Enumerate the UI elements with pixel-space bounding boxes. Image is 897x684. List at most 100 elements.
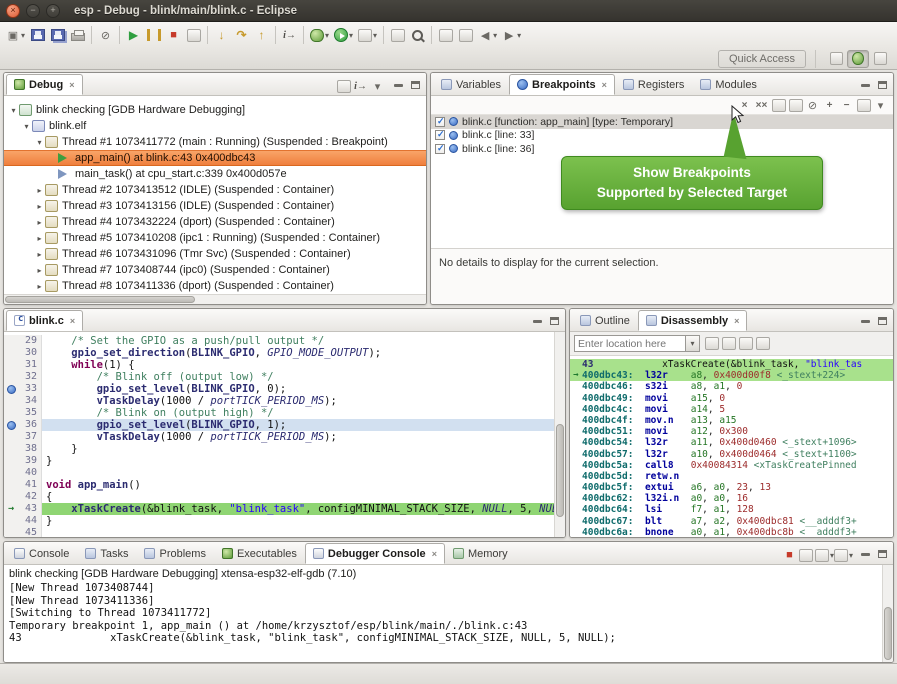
maximize-view-button[interactable] — [874, 546, 891, 562]
line-number[interactable]: 37 — [18, 431, 42, 443]
open-console-button[interactable]: ▾ — [834, 546, 853, 564]
external-tools-button[interactable]: ▾ — [356, 24, 379, 46]
editor-annotation-ruler[interactable] — [4, 479, 18, 491]
close-tab-icon[interactable]: × — [602, 80, 607, 90]
debug-button[interactable]: ▾ — [308, 24, 331, 46]
minimize-view-button[interactable] — [529, 313, 546, 329]
close-tab-icon[interactable]: × — [432, 549, 437, 559]
print-button[interactable] — [68, 24, 87, 46]
console-output[interactable]: blink checking [GDB Hardware Debugging] … — [4, 565, 893, 662]
code-editor[interactable]: 29 /* Set the GPIO as a push/pull output… — [4, 332, 565, 537]
tree-collapsed-arrow[interactable]: ▸ — [34, 250, 45, 259]
tab-disassembly[interactable]: Disassembly× — [638, 310, 748, 331]
editor-annotation-ruler[interactable] — [4, 407, 18, 419]
build-button[interactable] — [388, 24, 407, 46]
line-number[interactable]: 31 — [18, 359, 42, 371]
disassembly-instruction[interactable]: 400dbc62: l32i.n a0, a0, 16 — [570, 493, 893, 504]
disconnect-button[interactable] — [184, 24, 203, 46]
tab-breakpoints[interactable]: Breakpoints× — [509, 74, 615, 95]
refresh-disassembly-button[interactable] — [703, 335, 720, 353]
collapse-all-button[interactable]: − — [838, 96, 855, 114]
window-maximize-button[interactable]: + — [46, 4, 60, 18]
location-history-dropdown[interactable]: ▾ — [686, 335, 700, 352]
editor-vertical-scrollbar[interactable] — [554, 332, 565, 537]
tree-expanded-arrow[interactable]: ▾ — [21, 122, 32, 131]
mark-occurrences-button[interactable] — [436, 24, 455, 46]
minimize-view-button[interactable] — [857, 77, 874, 93]
editor-line[interactable]: 32 /* Blink off (output low) */ — [4, 371, 565, 383]
go-to-file-for-breakpoint-button[interactable] — [787, 96, 804, 114]
line-number[interactable]: 38 — [18, 443, 42, 455]
suspend-button[interactable] — [144, 24, 163, 46]
editor-line[interactable]: 33 gpio_set_level(BLINK_GPIO, 0); — [4, 383, 565, 395]
disassembly-listing[interactable]: 43 xTaskCreate(&blink_task, "blink_tas→4… — [570, 356, 893, 537]
editor-annotation-ruler[interactable] — [4, 467, 18, 479]
editor-line[interactable]: 41void app_main() — [4, 479, 565, 491]
close-tab-icon[interactable]: × — [734, 316, 739, 326]
disassembly-instruction[interactable]: 400dbc46: s32i a8, a1, 0 — [570, 381, 893, 392]
disassembly-instruction[interactable]: 400dbc57: l32r a10, 0x400d0464 <_stext+1… — [570, 449, 893, 460]
disassembly-instruction[interactable]: 400dbc5a: call8 0x40084314 <xTaskCreateP… — [570, 460, 893, 471]
line-number[interactable]: 30 — [18, 347, 42, 359]
disassembly-instruction[interactable]: 400dbc6a: bnone a0, a1, 0x400dbc8b <__ad… — [570, 527, 893, 537]
terminate-button[interactable]: ■ — [781, 546, 798, 564]
tab-console[interactable]: Console — [6, 543, 77, 564]
debug-tree-row[interactable]: ▸Thread #6 1073431096 (Tmr Svc) (Suspend… — [4, 246, 426, 262]
minimize-view-button[interactable] — [390, 77, 407, 93]
tab-blink-c[interactable]: blink.c× — [6, 310, 83, 331]
debug-tree-row[interactable]: ▸Thread #7 1073408744 (ipc0) (Suspended … — [4, 262, 426, 278]
show-breakpoints-supported-by-selected-target-button[interactable] — [770, 96, 787, 114]
tab-modules[interactable]: Modules — [692, 74, 765, 95]
tab-problems[interactable]: Problems — [136, 543, 213, 564]
disassembly-instruction[interactable]: →400dbc43: l32r a8, 0x400d00f8 <_stext+2… — [570, 370, 893, 381]
line-number[interactable]: 39 — [18, 455, 42, 467]
tree-collapsed-arrow[interactable]: ▸ — [34, 266, 45, 275]
editor-line[interactable]: 30 gpio_set_direction(BLINK_GPIO, GPIO_M… — [4, 347, 565, 359]
show-opcodes-button[interactable] — [720, 335, 737, 353]
editor-annotation-ruler[interactable] — [4, 383, 18, 395]
editor-line[interactable]: 37 vTaskDelay(1000 / portTICK_PERIOD_MS)… — [4, 431, 565, 443]
tab-debug[interactable]: Debug× — [6, 74, 83, 95]
maximize-view-button[interactable] — [874, 77, 891, 93]
scrollbar-thumb[interactable] — [5, 296, 195, 303]
forward-button[interactable]: ▶▾ — [500, 24, 523, 46]
tab-executables[interactable]: Executables — [214, 543, 305, 564]
instruction-stepping-mode-button[interactable]: i→ — [352, 77, 369, 95]
editor-line[interactable]: 45 — [4, 527, 565, 537]
tree-expanded-arrow[interactable]: ▾ — [34, 138, 45, 147]
line-number[interactable]: 34 — [18, 395, 42, 407]
line-number[interactable]: 33 — [18, 383, 42, 395]
step-into-button[interactable]: ↓ — [212, 24, 231, 46]
line-number[interactable]: 29 — [18, 335, 42, 347]
editor-annotation-ruler[interactable] — [4, 527, 18, 537]
tab-variables[interactable]: Variables — [433, 74, 509, 95]
disassembly-instruction[interactable]: 400dbc51: movi a12, 0x300 — [570, 426, 893, 437]
line-number[interactable]: 36 — [18, 419, 42, 431]
disassembly-instruction[interactable]: 400dbc5f: extui a6, a0, 23, 13 — [570, 482, 893, 493]
tree-collapsed-arrow[interactable]: ▸ — [34, 202, 45, 211]
editor-annotation-ruler[interactable]: → — [4, 503, 18, 515]
maximize-view-button[interactable] — [407, 77, 424, 93]
tree-collapsed-arrow[interactable]: ▸ — [34, 282, 45, 291]
breakpoint-row[interactable]: blink.c [line: 36] — [431, 142, 893, 156]
tree-collapsed-arrow[interactable]: ▸ — [34, 218, 45, 227]
editor-annotation-ruler[interactable] — [4, 491, 18, 503]
window-minimize-button[interactable]: − — [26, 4, 40, 18]
view-menu-button[interactable]: ▾ — [369, 77, 386, 95]
line-number[interactable]: 43 — [18, 503, 42, 515]
disassembly-instruction[interactable]: 400dbc4f: mov.n a13, a15 — [570, 415, 893, 426]
editor-annotation-ruler[interactable] — [4, 443, 18, 455]
search-button[interactable] — [408, 24, 427, 46]
location-input[interactable] — [574, 335, 686, 352]
save-button[interactable] — [28, 24, 47, 46]
back-button[interactable]: ◀▾ — [476, 24, 499, 46]
breakpoint-checkbox[interactable] — [435, 144, 445, 154]
line-number[interactable]: 40 — [18, 467, 42, 479]
editor-line[interactable]: 29 /* Set the GPIO as a push/pull output… — [4, 335, 565, 347]
disassembly-instruction[interactable]: 400dbc67: blt a7, a2, 0x400dbc81 <__addd… — [570, 516, 893, 527]
close-tab-icon[interactable]: × — [69, 80, 74, 90]
instruction-stepping-button[interactable]: i→ — [280, 24, 299, 46]
line-number[interactable]: 44 — [18, 515, 42, 527]
editor-line[interactable]: 31 while(1) { — [4, 359, 565, 371]
expand-all-button[interactable]: + — [821, 96, 838, 114]
